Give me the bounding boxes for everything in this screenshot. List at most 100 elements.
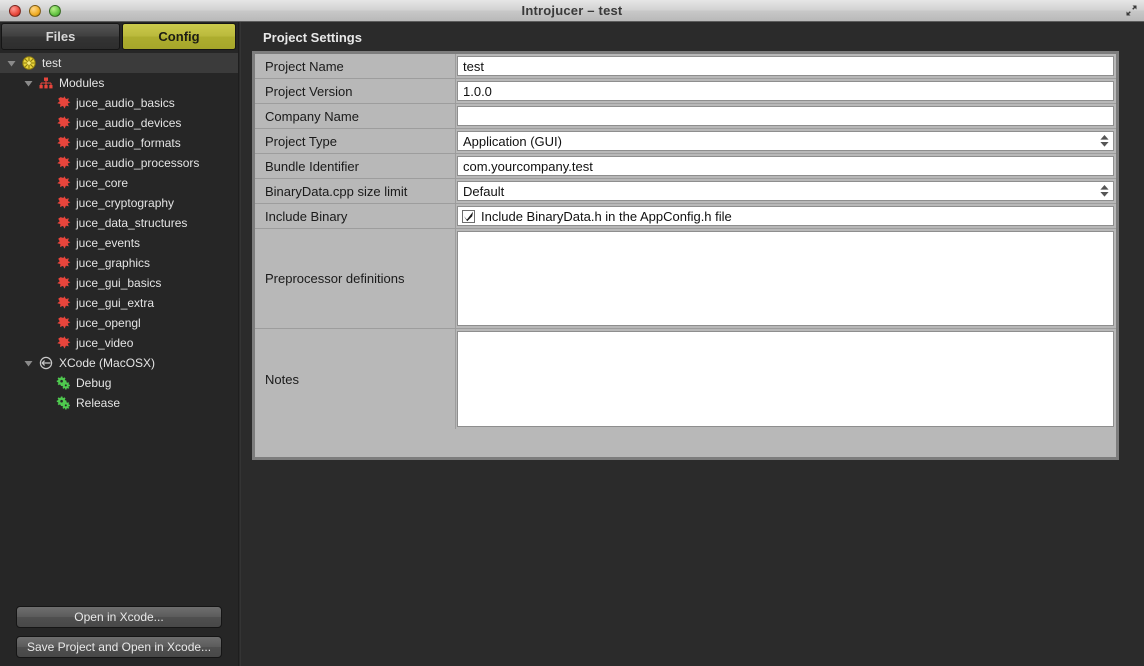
tree-item-label: Modules [59, 76, 105, 90]
window-title: Introjucer – test [521, 3, 623, 18]
settings-row: Bundle Identifier com.yourcompany.test [255, 154, 1116, 179]
settings-row-value: 1.0.0 [456, 79, 1116, 103]
tree-item[interactable]: juce_gui_basics [0, 273, 238, 293]
combo-stepper-icon[interactable] [1100, 185, 1109, 197]
module-icon [53, 276, 73, 290]
settings-row-value: Default [456, 179, 1116, 203]
module-icon [53, 176, 73, 190]
exporter-icon [36, 356, 56, 370]
fullscreen-icon[interactable] [1123, 2, 1140, 19]
tree-item-label: juce_data_structures [76, 216, 188, 230]
tree-item-label: juce_video [76, 336, 134, 350]
sidebar-tabs: Files Config [0, 22, 238, 51]
project-tree[interactable]: test Modules juce_audio_basics juce_audio_d… [0, 53, 238, 596]
tab-files-label: Files [45, 29, 76, 44]
tree-item[interactable]: juce_gui_extra [0, 293, 238, 313]
tree-item[interactable]: juce_graphics [0, 253, 238, 273]
settings-row-label: Company Name [255, 104, 456, 128]
tree-item[interactable]: juce_events [0, 233, 238, 253]
combo-stepper-icon[interactable] [1100, 135, 1109, 147]
combo-box[interactable]: Default [457, 181, 1114, 201]
tree-item-label: XCode (MacOSX) [59, 356, 156, 370]
text-input[interactable] [457, 106, 1114, 126]
tree-item-label: juce_graphics [76, 256, 151, 270]
checkbox-field[interactable]: Include BinaryData.h in the AppConfig.h … [457, 206, 1114, 226]
tree-item[interactable]: XCode (MacOSX) [0, 353, 238, 373]
tree-item-label: juce_audio_devices [76, 116, 182, 130]
module-icon [53, 116, 73, 130]
checkbox[interactable] [462, 209, 475, 223]
module-icon [53, 336, 73, 350]
project-icon [19, 56, 39, 70]
text-input[interactable]: test [457, 56, 1114, 76]
settings-row-label: Include Binary [255, 204, 456, 228]
settings-row-value [456, 104, 1116, 128]
tree-item-label: juce_audio_formats [76, 136, 181, 150]
settings-row: Project Type Application (GUI) [255, 129, 1116, 154]
tree-item[interactable]: juce_cryptography [0, 193, 238, 213]
tree-item[interactable]: Debug [0, 373, 238, 393]
open-in-xcode-label: Open in Xcode... [74, 610, 164, 624]
tree-item[interactable]: juce_audio_processors [0, 153, 238, 173]
project-settings-panel: Project Name test Project Version 1.0.0 Comp… [252, 51, 1119, 460]
tree-item-label: juce_gui_basics [76, 276, 162, 290]
module-icon [53, 156, 73, 170]
settings-row-label: Bundle Identifier [255, 154, 456, 178]
disclosure-triangle-icon[interactable] [20, 79, 36, 88]
tree-item[interactable]: juce_audio_basics [0, 93, 238, 113]
tree-item[interactable]: juce_video [0, 333, 238, 353]
tab-files[interactable]: Files [1, 23, 120, 50]
disclosure-triangle-icon[interactable] [20, 359, 36, 368]
tree-item[interactable]: juce_audio_devices [0, 113, 238, 133]
tree-item-label: juce_opengl [76, 316, 141, 330]
tree-item[interactable]: juce_core [0, 173, 238, 193]
module-icon [53, 316, 73, 330]
settings-row-label: Preprocessor definitions [255, 229, 456, 328]
multiline-input[interactable] [457, 331, 1114, 427]
tree-item-label: juce_cryptography [76, 196, 175, 210]
main-content: Project Settings Project Name test Project… [241, 22, 1144, 666]
checkbox-label: Include BinaryData.h in the AppConfig.h … [481, 208, 732, 224]
text-input[interactable]: 1.0.0 [457, 81, 1114, 101]
check-glyph [464, 211, 473, 221]
tree-item-label: juce_core [76, 176, 129, 190]
tree-item[interactable]: Release [0, 393, 238, 413]
tree-item[interactable]: juce_audio_formats [0, 133, 238, 153]
settings-row-value: test [456, 54, 1116, 78]
config-icon [53, 396, 73, 410]
settings-row-label: Project Name [255, 54, 456, 78]
text-input[interactable]: com.yourcompany.test [457, 156, 1114, 176]
settings-row-value: Include BinaryData.h in the AppConfig.h … [456, 204, 1116, 228]
tree-item-label: juce_audio_processors [76, 156, 200, 170]
text-input-value: test [463, 58, 484, 74]
settings-row-value: com.yourcompany.test [456, 154, 1116, 178]
tab-config[interactable]: Config [122, 23, 236, 50]
combo-box-value: Default [463, 183, 505, 199]
tree-item-label: juce_gui_extra [76, 296, 155, 310]
tree-item[interactable]: juce_opengl [0, 313, 238, 333]
settings-row-label: Project Type [255, 129, 456, 153]
combo-box[interactable]: Application (GUI) [457, 131, 1114, 151]
window-titlebar: Introjucer – test [0, 0, 1144, 22]
tree-item[interactable]: test [0, 53, 238, 73]
settings-row: Include Binary Include BinaryData.h in th… [255, 204, 1116, 229]
tree-item-label: Debug [76, 376, 112, 390]
module-icon [53, 296, 73, 310]
settings-row: BinaryData.cpp size limit Default [255, 179, 1116, 204]
checkbox-row[interactable]: Include BinaryData.h in the AppConfig.h … [462, 209, 732, 224]
tree-item[interactable]: juce_data_structures [0, 213, 238, 233]
module-icon [53, 196, 73, 210]
tree-item-label: test [42, 56, 62, 70]
sidebar: Files Config test Modules juce_audio_basic… [0, 22, 238, 666]
module-icon [53, 216, 73, 230]
sidebar-footer-buttons: Open in Xcode... Save Project and Open i… [0, 606, 238, 658]
tab-config-label: Config [158, 29, 200, 44]
tree-item[interactable]: Modules [0, 73, 238, 93]
save-project-label: Save Project and Open in Xcode... [26, 640, 212, 654]
disclosure-triangle-icon[interactable] [3, 59, 19, 68]
open-in-xcode-button[interactable]: Open in Xcode... [16, 606, 222, 628]
app-window: Introjucer – test Files Config test Modul… [0, 0, 1144, 666]
save-project-and-open-button[interactable]: Save Project and Open in Xcode... [16, 636, 222, 658]
multiline-input[interactable] [457, 231, 1114, 326]
settings-row-value: Application (GUI) [456, 129, 1116, 153]
